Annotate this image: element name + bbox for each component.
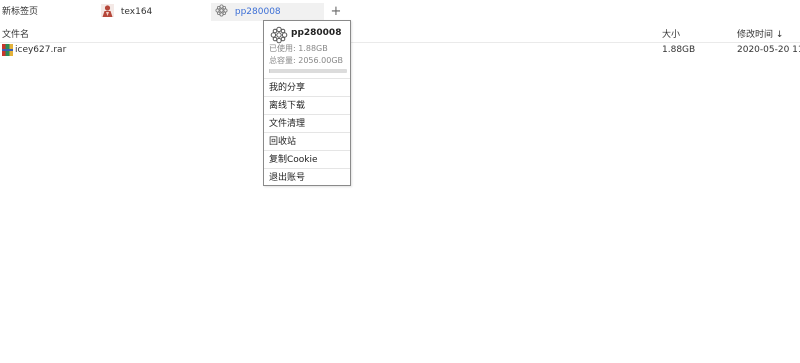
tab-account-pp280008[interactable]: pp280008 bbox=[211, 3, 324, 21]
tab-new[interactable]: 新标签页 bbox=[2, 3, 92, 21]
tab-new-label: 新标签页 bbox=[2, 7, 39, 17]
menu-item-copy-cookie[interactable]: 复制Cookie bbox=[264, 150, 350, 168]
add-tab-button[interactable]: + bbox=[329, 3, 343, 21]
storage-used: 已使用: 1.88GB bbox=[269, 44, 328, 53]
tab-account-label: pp280008 bbox=[234, 7, 281, 17]
account-username: pp280008 bbox=[291, 28, 342, 38]
file-name[interactable]: icey627.rar bbox=[15, 45, 66, 55]
tab-bar: 新标签页 tex164 pp280008 + bbox=[0, 0, 800, 24]
menu-item-logout[interactable]: 退出账号 bbox=[264, 168, 350, 186]
column-header-size[interactable]: 大小 bbox=[662, 27, 680, 40]
archive-file-icon bbox=[2, 44, 13, 56]
account-menu-items: 我的分享 离线下载 文件清理 回收站 复制Cookie 退出账号 bbox=[264, 78, 350, 186]
account-dropdown-menu: pp280008 已使用: 1.88GB 总容量: 2056.00GB 我的分享… bbox=[263, 20, 351, 186]
storage-usage-fill bbox=[269, 69, 270, 73]
flower-avatar-icon bbox=[215, 4, 228, 17]
menu-item-my-shares[interactable]: 我的分享 bbox=[264, 78, 350, 96]
account-info: pp280008 已使用: 1.88GB 总容量: 2056.00GB bbox=[264, 21, 350, 77]
menu-item-recycle-bin[interactable]: 回收站 bbox=[264, 132, 350, 150]
storage-usage-bar bbox=[269, 69, 347, 73]
column-header-name[interactable]: 文件名 bbox=[2, 27, 29, 40]
menu-item-offline-download[interactable]: 离线下载 bbox=[264, 96, 350, 114]
storage-total: 总容量: 2056.00GB bbox=[269, 56, 344, 65]
file-row[interactable]: icey627.rar 1.88GB 2020-05-20 11: bbox=[0, 43, 800, 60]
file-size: 1.88GB bbox=[662, 45, 696, 55]
column-header-modified[interactable]: 修改时间 ↓ bbox=[737, 27, 783, 40]
user-avatar-icon bbox=[101, 4, 114, 17]
tab-account-label: tex164 bbox=[120, 7, 153, 17]
tab-account-tex164[interactable]: tex164 bbox=[98, 3, 206, 21]
flower-avatar-icon bbox=[270, 26, 288, 44]
file-modified: 2020-05-20 11: bbox=[737, 45, 800, 55]
file-list-header: 文件名 大小 修改时间 ↓ bbox=[0, 24, 800, 43]
menu-item-file-cleanup[interactable]: 文件清理 bbox=[264, 114, 350, 132]
